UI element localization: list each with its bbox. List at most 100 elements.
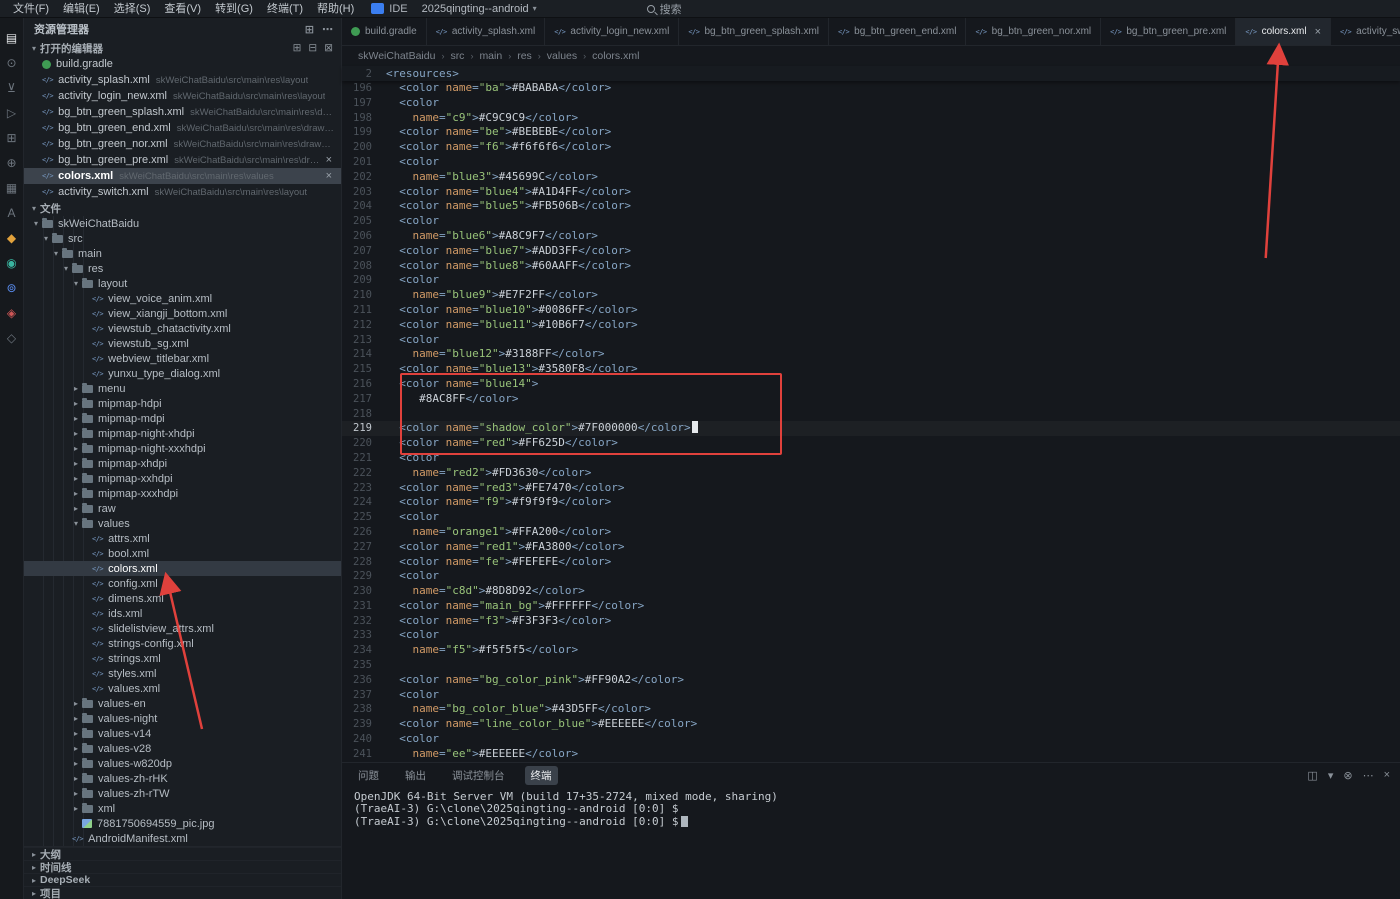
global-search[interactable]: 搜索	[646, 1, 682, 17]
menu-item-3[interactable]: 查看(V)	[157, 0, 208, 18]
code-line[interactable]: 212 <color name="blue11">#10B6F7</color>	[342, 318, 1400, 333]
plugin-red-icon[interactable]: ◈	[0, 300, 24, 325]
tree-item[interactable]: ▾ skWeiChatBaidu	[24, 216, 341, 231]
tree-item[interactable]: dimens.xml	[24, 591, 341, 606]
tree-item[interactable]: viewstub_chatactivity.xml	[24, 321, 341, 336]
tree-item[interactable]: config.xml	[24, 576, 341, 591]
tree-item[interactable]: yunxu_type_dialog.xml	[24, 366, 341, 381]
tab-bg_btn_green_end-xml[interactable]: bg_btn_green_end.xml	[829, 18, 967, 45]
new-file-icon[interactable]: ⊞	[305, 23, 314, 36]
code-lines[interactable]: 196 <color name="ba">#BABABA</color> 197 …	[342, 81, 1400, 762]
tab-build-gradle[interactable]: build.gradle	[342, 18, 427, 45]
more-actions-icon[interactable]: ⋯	[322, 23, 333, 36]
code-line[interactable]: 239 <color name="line_color_blue">#EEEEE…	[342, 717, 1400, 732]
tree-item[interactable]: slidelistview_attrs.xml	[24, 621, 341, 636]
tree-item[interactable]: ▸ values-v14	[24, 726, 341, 741]
tree-item[interactable]: ▸ raw	[24, 501, 341, 516]
tab-bg_btn_green_splash-xml[interactable]: bg_btn_green_splash.xml	[679, 18, 830, 45]
tree-item[interactable]: ▸ values-zh-rHK	[24, 771, 341, 786]
tab-activity_login_new-xml[interactable]: activity_login_new.xml	[545, 18, 680, 45]
tree-item[interactable]: ▸ mipmap-xhdpi	[24, 456, 341, 471]
new-untitled-editor-icon[interactable]: ⊞	[293, 42, 302, 54]
menu-item-0[interactable]: 文件(F)	[6, 0, 56, 18]
breadcrumb-item[interactable]: res	[517, 50, 532, 62]
code-line[interactable]: 233 <color	[342, 628, 1400, 643]
open-editor-item[interactable]: bg_btn_green_pre.xml skWeiChatBaidu\src\m…	[24, 152, 341, 168]
code-line[interactable]: 209 <color	[342, 273, 1400, 288]
run-debug-icon[interactable]: ▷	[0, 100, 24, 125]
tree-item[interactable]: ▸ values-zh-rTW	[24, 786, 341, 801]
menu-item-1[interactable]: 编辑(E)	[56, 0, 107, 18]
open-editor-item[interactable]: colors.xml skWeiChatBaidu\src\main\res\va…	[24, 168, 341, 184]
code-line[interactable]: 217 #8AC8FF</color>	[342, 392, 1400, 407]
panel-tab-0[interactable]: 问题	[352, 766, 385, 785]
plugin-blue-icon[interactable]: ⊚	[0, 275, 24, 300]
code-line[interactable]: 200 <color name="f6">#f6f6f6</color>	[342, 140, 1400, 155]
tab-bg_btn_green_nor-xml[interactable]: bg_btn_green_nor.xml	[966, 18, 1102, 45]
close-icon[interactable]: ×	[323, 170, 335, 182]
breadcrumb-item[interactable]: main	[479, 50, 502, 62]
tree-item[interactable]: ids.xml	[24, 606, 341, 621]
open-editors-header[interactable]: ▾ 打开的编辑器 ⊞ ⊟ ⊠	[24, 40, 341, 56]
code-line[interactable]: 222 name="red2">#FD3630</color>	[342, 466, 1400, 481]
source-control-icon[interactable]: ⊻	[0, 75, 24, 100]
close-icon[interactable]: ×	[323, 154, 335, 166]
code-line[interactable]: 210 name="blue9">#E7F2FF</color>	[342, 288, 1400, 303]
code-line[interactable]: 196 <color name="ba">#BABABA</color>	[342, 81, 1400, 96]
search-icon[interactable]: ⊙	[0, 50, 24, 75]
tree-item[interactable]: AndroidManifest.xml	[24, 831, 341, 846]
open-editor-item[interactable]: bg_btn_green_splash.xml skWeiChatBaidu\sr…	[24, 104, 341, 120]
code-line[interactable]: 235	[342, 658, 1400, 673]
code-line[interactable]: 204 <color name="blue5">#FB506B</color>	[342, 199, 1400, 214]
code-line[interactable]: 230 name="c8d">#8D8D92</color>	[342, 584, 1400, 599]
tree-item[interactable]: ▾ src	[24, 231, 341, 246]
code-line[interactable]: 231 <color name="main_bg">#FFFFFF</color…	[342, 599, 1400, 614]
trash-icon[interactable]: ⊗	[1343, 769, 1352, 782]
code-line[interactable]: 199 <color name="be">#BEBEBE</color>	[342, 125, 1400, 140]
project-selector[interactable]: 2025qingting--android ▾	[422, 3, 537, 15]
sidebar-section-3[interactable]: ▸ 项目	[24, 886, 341, 899]
code-line[interactable]: 197 <color	[342, 96, 1400, 111]
code-line[interactable]: 234 name="f5">#f5f5f5</color>	[342, 643, 1400, 658]
code-line[interactable]: 214 name="blue12">#3188FF</color>	[342, 347, 1400, 362]
code-line[interactable]: 229 <color	[342, 569, 1400, 584]
tree-item[interactable]: ▾ res	[24, 261, 341, 276]
tree-item[interactable]: ▸ mipmap-xxxhdpi	[24, 486, 341, 501]
breadcrumb-item[interactable]: skWeiChatBaidu	[358, 50, 435, 62]
code-line[interactable]: 207 <color name="blue7">#ADD3FF</color>	[342, 244, 1400, 259]
code-line[interactable]: 227 <color name="red1">#FA3800</color>	[342, 540, 1400, 555]
code-line[interactable]: 241 name="ee">#EEEEEE</color>	[342, 747, 1400, 762]
terminal-lines[interactable]: OpenJDK 64-Bit Server VM (build 17+35-27…	[342, 787, 1400, 832]
code-line[interactable]: 219 <color name="shadow_color">#7F000000…	[342, 421, 1400, 436]
panel-tab-2[interactable]: 调试控制台	[446, 766, 511, 785]
code-line[interactable]: 213 <color	[342, 333, 1400, 348]
tree-item[interactable]: styles.xml	[24, 666, 341, 681]
tree-item[interactable]: view_xiangji_bottom.xml	[24, 306, 341, 321]
open-editor-item[interactable]: bg_btn_green_end.xml skWeiChatBaidu\src\m…	[24, 120, 341, 136]
sidebar-section-0[interactable]: ▸ 大纲	[24, 847, 341, 861]
menu-item-2[interactable]: 选择(S)	[107, 0, 158, 18]
font-tool-icon[interactable]: A	[0, 200, 24, 225]
open-editor-item[interactable]: activity_splash.xml skWeiChatBaidu\src\ma…	[24, 72, 341, 88]
code-line[interactable]: 205 <color	[342, 214, 1400, 229]
panel-tab-1[interactable]: 输出	[399, 766, 432, 785]
menu-item-4[interactable]: 转到(G)	[208, 0, 260, 18]
open-editor-item[interactable]: build.gradle	[24, 56, 341, 72]
code-line[interactable]: 202 name="blue3">#45699C</color>	[342, 170, 1400, 185]
close-all-editors-icon[interactable]: ⊠	[324, 42, 333, 54]
code-line[interactable]: 225 <color	[342, 510, 1400, 525]
sidebar-section-2[interactable]: ▸ DeepSeek	[24, 873, 341, 886]
code-line[interactable]: 220 <color name="red">#FF625D</color>	[342, 436, 1400, 451]
close-panel-icon[interactable]: ×	[1384, 769, 1390, 782]
tree-item[interactable]: ▾ layout	[24, 276, 341, 291]
tree-item[interactable]: ▸ xml	[24, 801, 341, 816]
code-line[interactable]: 198 name="c9">#C9C9C9</color>	[342, 111, 1400, 126]
breadcrumb-item[interactable]: src	[450, 50, 464, 62]
breadcrumb-item[interactable]: colors.xml	[592, 50, 639, 62]
tree-item[interactable]: ▸ menu	[24, 381, 341, 396]
code-line[interactable]: 224 <color name="f9">#f9f9f9</color>	[342, 495, 1400, 510]
tree-item[interactable]: colors.xml	[24, 561, 341, 576]
tree-item[interactable]: strings.xml	[24, 651, 341, 666]
code-line[interactable]: 226 name="orange1">#FFA200</color>	[342, 525, 1400, 540]
tree-item[interactable]: ▸ values-night	[24, 711, 341, 726]
